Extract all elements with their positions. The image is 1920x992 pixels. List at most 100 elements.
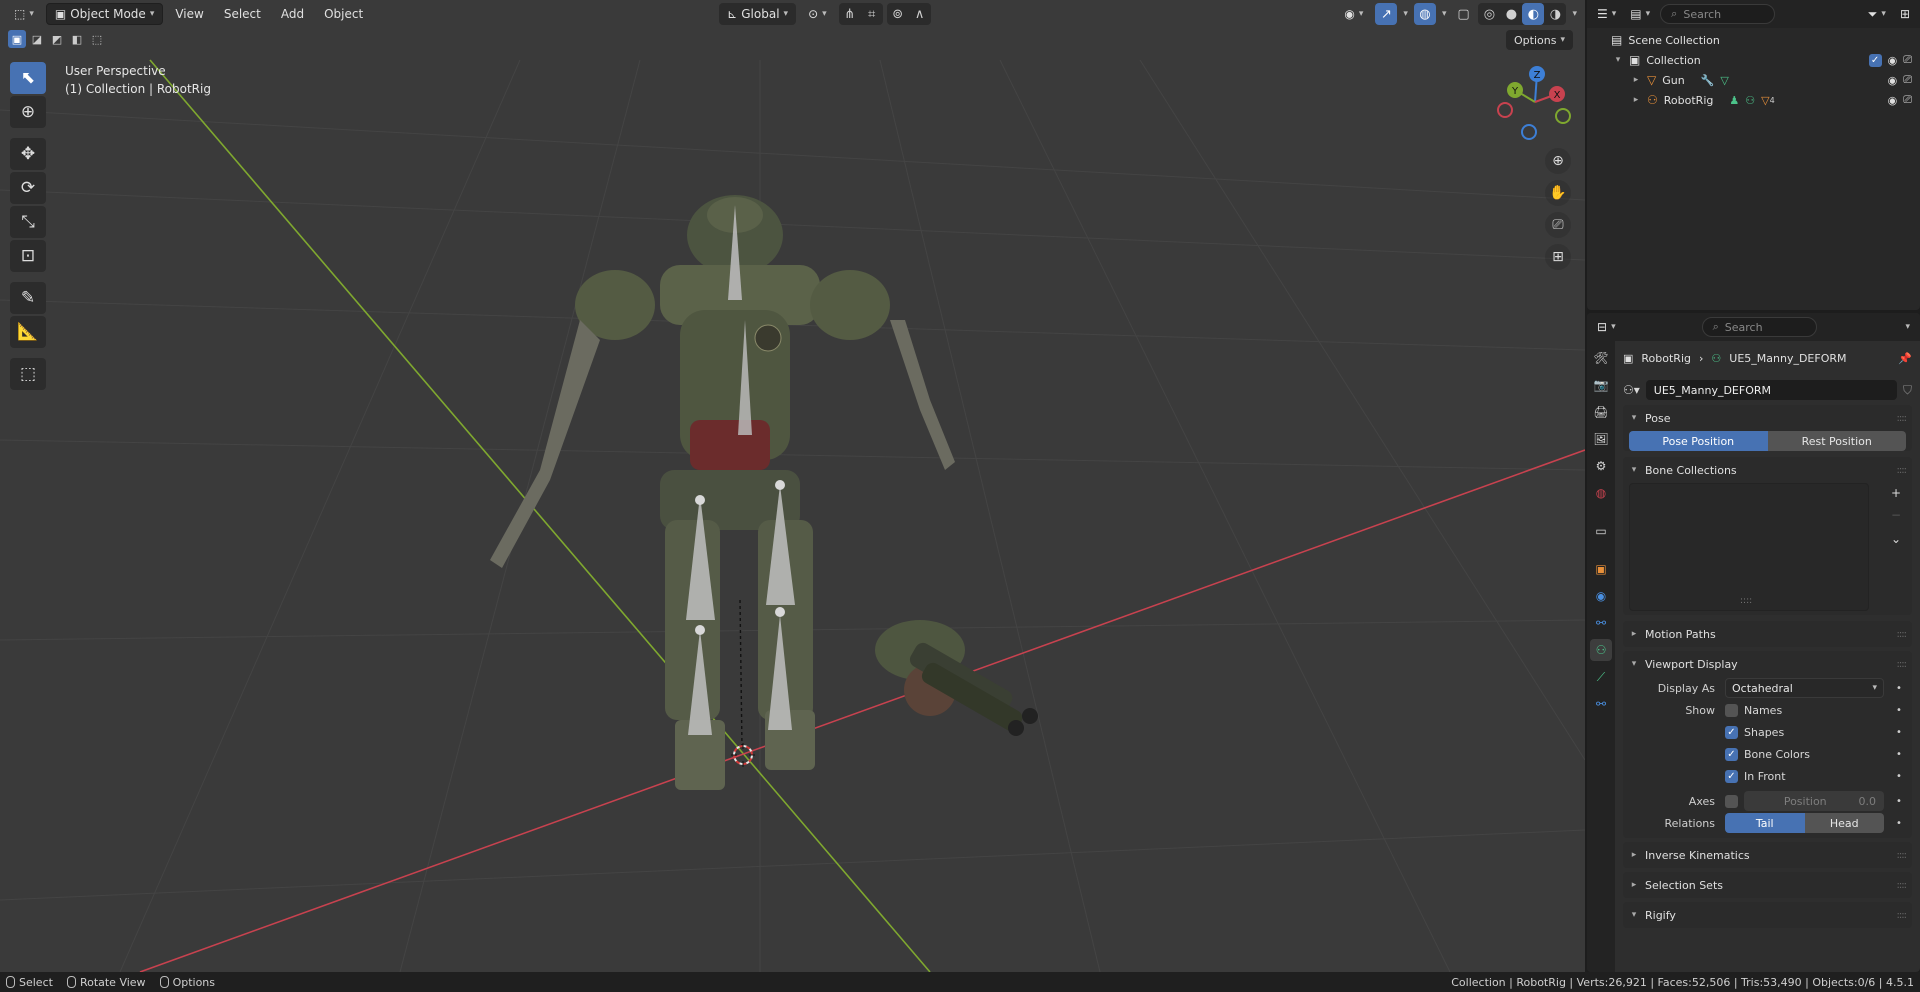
- tab-collection[interactable]: ▭: [1590, 520, 1612, 542]
- exclude-checkbox[interactable]: ✓: [1868, 53, 1882, 67]
- snap-target-dropdown[interactable]: ⌗: [861, 3, 883, 25]
- tab-output[interactable]: 🖨: [1590, 401, 1612, 423]
- viewport-options-button[interactable]: Options ▾: [1506, 30, 1573, 50]
- properties-editor[interactable]: ⊟ ▾ ⌕ Search ▾ 🛠 📷 🖨 🖼 ⚙ ◍ ▭ ▣ ◉ ⚯ ⚇ ⟋ ⚯…: [1587, 313, 1920, 972]
- drag-grip-icon[interactable]: ::::: [1897, 413, 1908, 424]
- outliner-item-gun[interactable]: ▸ ▽ Gun 🔧 ▽ ◉ ⎚: [1587, 70, 1920, 90]
- transform-orientation-dropdown[interactable]: ⊾ Global ▾: [719, 3, 797, 25]
- shapes-checkbox[interactable]: ✓: [1725, 725, 1738, 739]
- gizmo-neg-z-handle[interactable]: [1521, 124, 1537, 140]
- 3d-viewport[interactable]: ⬚ ▾ ▣ Object Mode ▾ View Select Add Objec…: [0, 0, 1585, 972]
- armature-data-browse-icon[interactable]: ⚇▾: [1623, 383, 1640, 397]
- menu-select[interactable]: Select: [216, 3, 269, 25]
- tab-constraints[interactable]: ⚯: [1590, 612, 1612, 634]
- camera-icon[interactable]: ⎚: [1903, 73, 1912, 87]
- keyframe-dot[interactable]: •: [1890, 683, 1908, 694]
- gun-model[interactable]: [875, 620, 1038, 736]
- tab-bone-constraints[interactable]: ⚯: [1590, 693, 1612, 715]
- tool-cursor[interactable]: ⊕: [10, 96, 46, 128]
- tool-add-cube[interactable]: ⬚: [10, 358, 46, 390]
- select-intersect-button[interactable]: ⬚: [88, 30, 106, 48]
- shading-dropdown[interactable]: ▾: [1570, 3, 1579, 25]
- axes-position-field[interactable]: Position 0.0: [1744, 791, 1884, 811]
- keyframe-dot[interactable]: •: [1890, 749, 1908, 760]
- relations-head-button[interactable]: Head: [1804, 813, 1884, 833]
- overlays-dropdown[interactable]: ▾: [1440, 3, 1449, 25]
- snap-toggle[interactable]: ⋔: [839, 3, 861, 25]
- navigation-gizmo[interactable]: Z Y X: [1495, 62, 1575, 142]
- collection-row[interactable]: ▾ ▣ Collection ✓ ◉ ⎚: [1587, 50, 1920, 70]
- drag-grip-icon[interactable]: ::::: [1897, 850, 1908, 861]
- menu-object[interactable]: Object: [316, 3, 371, 25]
- eye-icon[interactable]: ◉: [1888, 74, 1898, 87]
- keyframe-dot[interactable]: •: [1890, 818, 1908, 829]
- filter-dropdown[interactable]: ⏷ ▾: [1864, 3, 1890, 25]
- tool-move[interactable]: ✥: [10, 138, 46, 170]
- pin-icon[interactable]: 📌: [1898, 352, 1912, 365]
- inverse-kinematics-header[interactable]: ▸ Inverse Kinematics ::::: [1623, 842, 1912, 868]
- tab-tool[interactable]: 🛠: [1590, 347, 1612, 369]
- selection-sets-header[interactable]: ▸ Selection Sets ::::: [1623, 872, 1912, 898]
- outliner-item-robotrig[interactable]: ▸ ⚇ RobotRig ♟ ⚇ ▽ 4 ◉ ⎚: [1587, 90, 1920, 110]
- viewport-display-header[interactable]: ▾ Viewport Display ::::: [1623, 651, 1912, 677]
- keyframe-dot[interactable]: •: [1890, 727, 1908, 738]
- tab-view-layer[interactable]: 🖼: [1590, 428, 1612, 450]
- gizmo-dropdown[interactable]: ▾: [1401, 3, 1410, 25]
- falloff-dropdown[interactable]: ∧: [909, 3, 931, 25]
- drag-grip-icon[interactable]: ::::: [1897, 880, 1908, 891]
- wireframe-shading-button[interactable]: ◎: [1478, 3, 1500, 25]
- gizmo-neg-y-handle[interactable]: [1555, 108, 1571, 124]
- eye-icon[interactable]: ◉: [1888, 54, 1898, 67]
- list-resize-grip-icon[interactable]: ::::: [1740, 596, 1752, 606]
- pan-button[interactable]: ✋: [1545, 180, 1571, 206]
- tab-armature-data[interactable]: ⚇: [1590, 639, 1612, 661]
- properties-search-input[interactable]: ⌕ Search: [1701, 317, 1817, 337]
- pose-panel-header[interactable]: ▾ Pose ::::: [1623, 405, 1912, 431]
- bone-collections-list[interactable]: ::::: [1629, 483, 1869, 611]
- eye-icon[interactable]: ◉: [1888, 94, 1898, 107]
- bone-collection-specials-button[interactable]: ⌄: [1886, 529, 1906, 549]
- tool-measure[interactable]: 📐: [10, 316, 46, 348]
- tool-select-box[interactable]: ⬉: [10, 62, 46, 94]
- visibility-dropdown[interactable]: ◉ ▾: [1336, 3, 1371, 25]
- names-checkbox[interactable]: [1725, 703, 1738, 717]
- outliner-editor-type-button[interactable]: ☰ ▾: [1593, 3, 1620, 25]
- display-as-dropdown[interactable]: Octahedral ▾: [1725, 678, 1884, 698]
- add-bone-collection-button[interactable]: +: [1886, 483, 1906, 503]
- in-front-checkbox[interactable]: ✓: [1725, 769, 1738, 783]
- tab-physics[interactable]: ◉: [1590, 585, 1612, 607]
- material-shading-button[interactable]: ◐: [1522, 3, 1545, 25]
- tab-object[interactable]: ▣: [1590, 558, 1612, 580]
- pivot-point-dropdown[interactable]: ⊙ ▾: [800, 3, 835, 25]
- new-collection-button[interactable]: ⊞: [1896, 3, 1914, 25]
- tool-transform[interactable]: ⊡: [10, 240, 46, 272]
- properties-editor-type-button[interactable]: ⊟ ▾: [1593, 316, 1620, 338]
- axes-checkbox[interactable]: [1725, 794, 1738, 808]
- xray-toggle[interactable]: ▢: [1452, 3, 1474, 25]
- menu-view[interactable]: View: [167, 3, 211, 25]
- outliner-search-input[interactable]: ⌕ Search: [1660, 4, 1776, 24]
- bone-collections-header[interactable]: ▾ Bone Collections ::::: [1623, 457, 1912, 483]
- pose-position-button[interactable]: Pose Position: [1629, 431, 1768, 451]
- tool-rotate[interactable]: ⟳: [10, 172, 46, 204]
- remove-bone-collection-button[interactable]: −: [1886, 505, 1906, 525]
- proportional-edit-toggle[interactable]: ⊚: [887, 3, 909, 25]
- scene-collection-row[interactable]: ▤ Scene Collection: [1587, 30, 1920, 50]
- rendered-shading-button[interactable]: ◑: [1544, 3, 1566, 25]
- tab-render[interactable]: 📷: [1590, 374, 1612, 396]
- select-subtract-button[interactable]: ◩: [48, 30, 66, 48]
- mode-dropdown[interactable]: ▣ Object Mode ▾: [45, 3, 164, 25]
- motion-paths-header[interactable]: ▸ Motion Paths ::::: [1623, 621, 1912, 647]
- keyframe-dot[interactable]: •: [1890, 796, 1908, 807]
- camera-view-button[interactable]: ⎚: [1545, 212, 1571, 238]
- select-invert-button[interactable]: ◧: [68, 30, 86, 48]
- tool-annotate[interactable]: ✎: [10, 282, 46, 314]
- editor-type-button[interactable]: ⬚ ▾: [6, 3, 42, 25]
- rigify-header[interactable]: ▾ Rigify ::::: [1623, 902, 1912, 928]
- keyframe-dot[interactable]: •: [1890, 705, 1908, 716]
- solid-shading-button[interactable]: ●: [1500, 3, 1522, 25]
- drag-grip-icon[interactable]: ::::: [1897, 659, 1908, 670]
- gizmo-neg-x-handle[interactable]: [1497, 102, 1513, 118]
- menu-add[interactable]: Add: [273, 3, 312, 25]
- tool-scale[interactable]: ⤡: [10, 206, 46, 238]
